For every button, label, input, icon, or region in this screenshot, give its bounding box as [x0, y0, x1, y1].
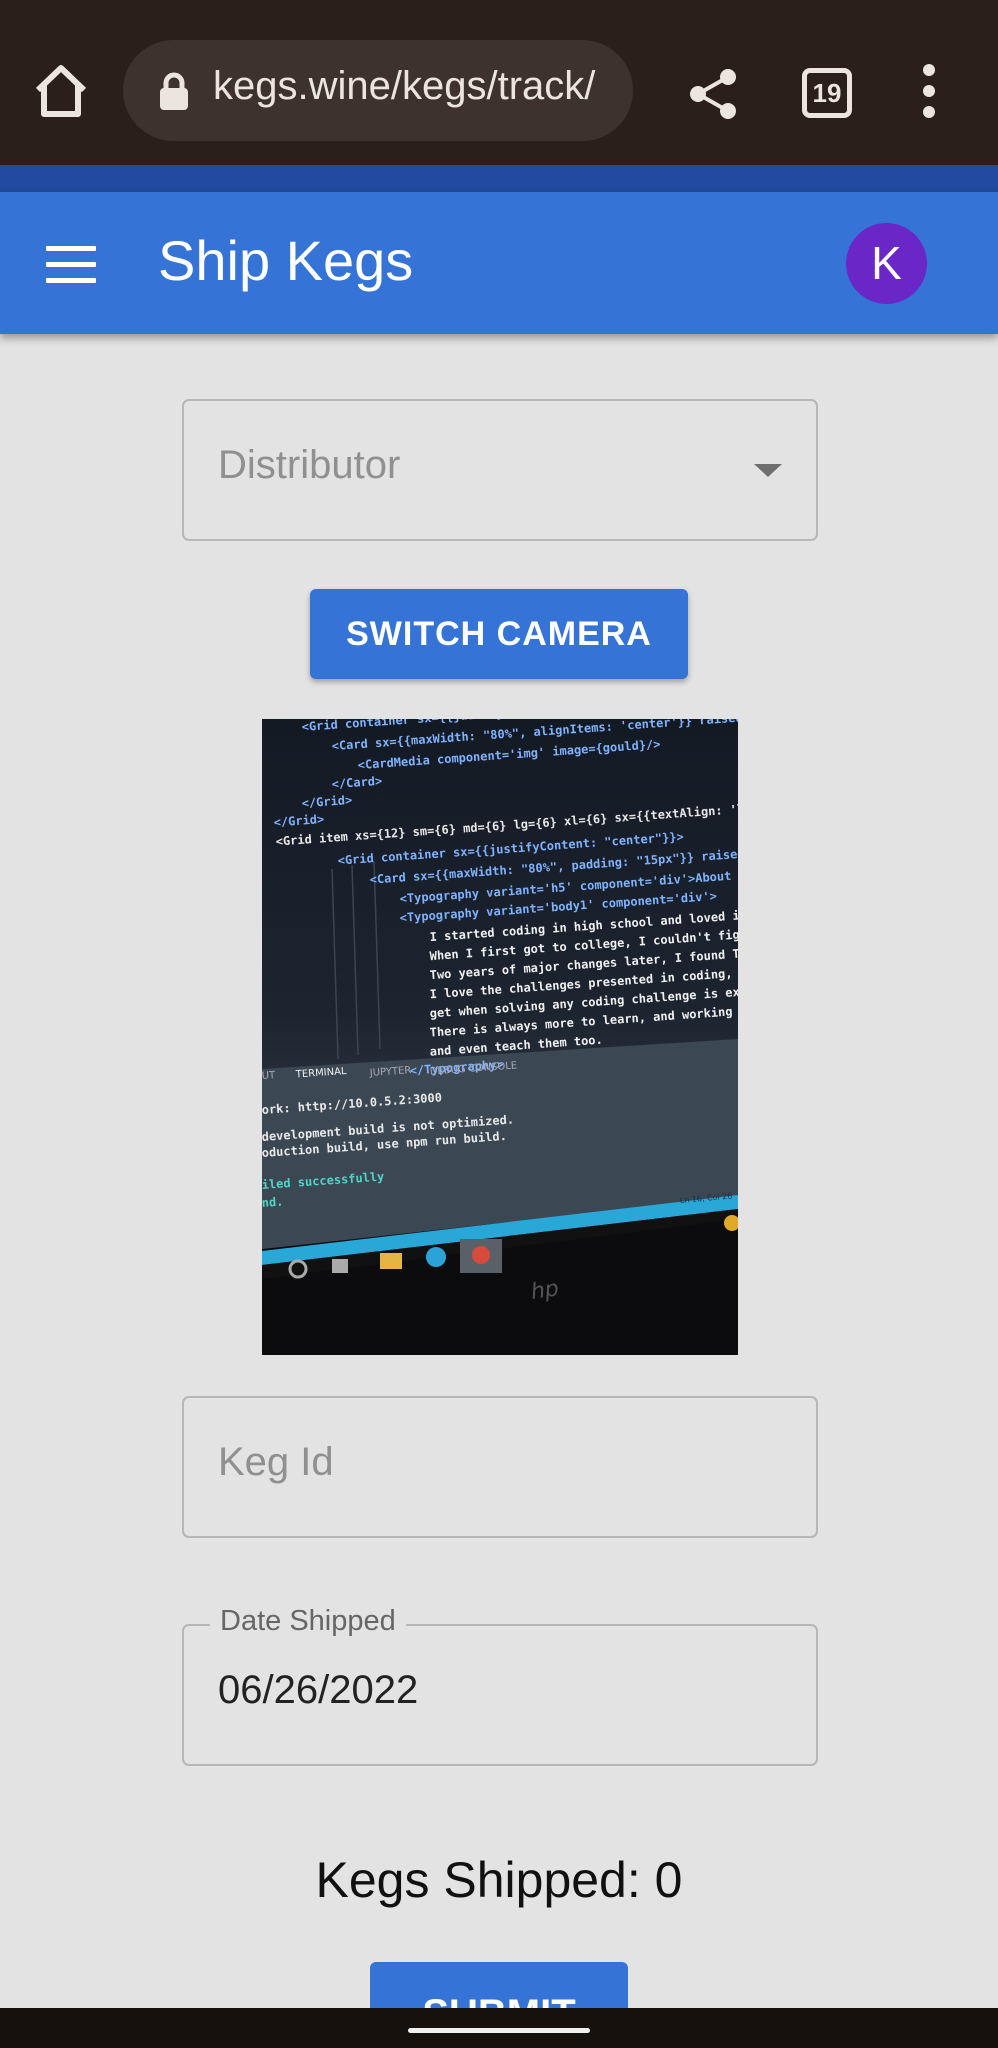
camera-frame: hp <Grid container sx={{justifyContent: …: [262, 719, 738, 1355]
tab-switcher-button[interactable]: 19: [802, 68, 852, 118]
page-title: Ship Kegs: [158, 229, 414, 292]
terminal-tab: UT: [262, 1070, 276, 1082]
url-text: kegs.wine/kegs/track/: [213, 64, 596, 108]
camera-preview: hp <Grid container sx={{justifyContent: …: [262, 719, 738, 1355]
date-shipped-label: Date Shipped: [210, 1605, 406, 1638]
keg-id-placeholder: Keg Id: [218, 1440, 334, 1484]
laptop-logo: hp: [529, 1276, 560, 1305]
page-top-strip: [0, 165, 998, 192]
system-nav-bar: [0, 2008, 998, 2048]
kegs-shipped-count: Kegs Shipped: 0: [315, 1852, 683, 1908]
date-shipped-input[interactable]: Date Shipped 06/26/2022: [182, 1605, 818, 1766]
share-icon[interactable]: [686, 66, 742, 122]
app-bar: Ship Kegs K: [0, 192, 998, 334]
avatar[interactable]: K: [846, 223, 927, 304]
lock-icon: [157, 72, 191, 110]
more-options-icon[interactable]: [914, 64, 944, 120]
distributor-select[interactable]: Distributor: [182, 399, 818, 541]
hamburger-menu-icon[interactable]: [46, 246, 96, 283]
distributor-placeholder: Distributor: [218, 443, 401, 487]
dropdown-arrow-icon: [754, 464, 782, 477]
switch-camera-button[interactable]: SWITCH CAMERA: [310, 589, 688, 679]
date-shipped-value: 06/26/2022: [218, 1668, 419, 1712]
address-bar[interactable]: kegs.wine/kegs/track/: [123, 40, 633, 141]
home-icon[interactable]: [30, 60, 92, 122]
keg-id-input[interactable]: Keg Id: [182, 1396, 818, 1538]
browser-toolbar: kegs.wine/kegs/track/ 19: [0, 0, 998, 165]
gesture-handle[interactable]: [408, 2028, 590, 2033]
terminal-line: nd.: [262, 1195, 284, 1210]
